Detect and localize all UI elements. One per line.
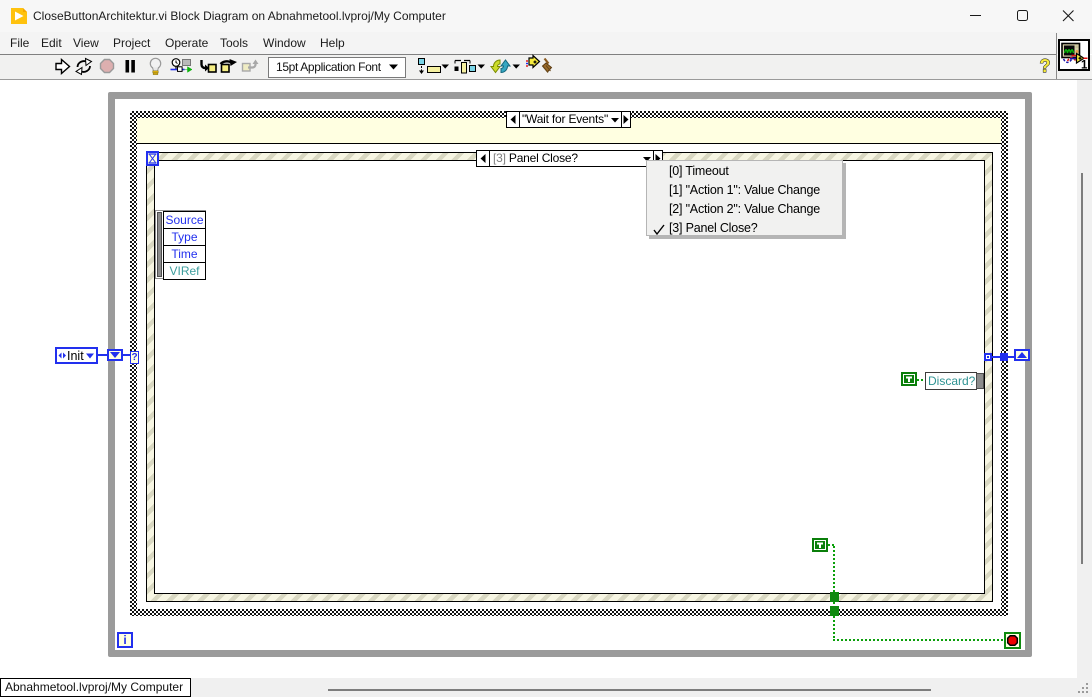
svg-text:1: 1 [1081,60,1088,70]
svg-text:?: ? [1040,56,1051,76]
